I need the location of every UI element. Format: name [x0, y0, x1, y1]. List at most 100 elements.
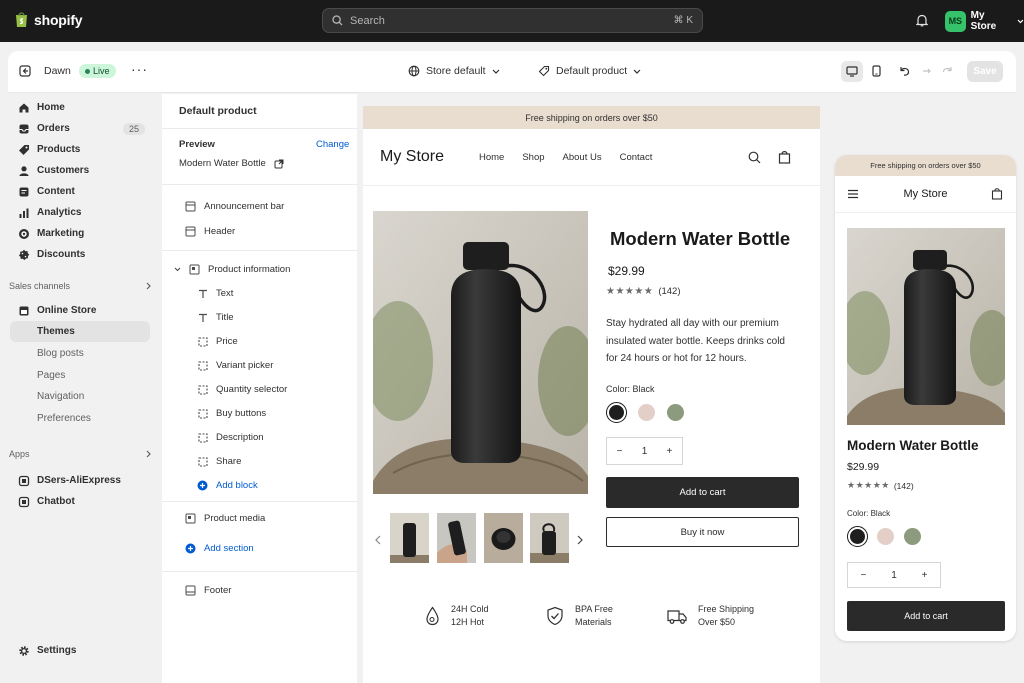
store-logo[interactable]: My Store	[380, 148, 444, 166]
color-swatch-blush[interactable]	[638, 404, 655, 421]
mobile-view-button[interactable]	[872, 65, 881, 77]
block-price[interactable]: Price	[198, 336, 238, 347]
chevron-left-icon[interactable]	[375, 535, 381, 545]
change-preview-link[interactable]: Change	[316, 139, 349, 150]
sidebar-item-themes[interactable]: Themes	[10, 321, 150, 342]
product-thumbnail[interactable]	[530, 513, 569, 563]
sidebar-item-blog-posts[interactable]: Blog posts	[10, 343, 150, 364]
sidebar-item-label: Customers	[37, 165, 90, 176]
sidebar-item-chatbot[interactable]: Chatbot	[10, 491, 150, 512]
sidebar-item-preferences[interactable]: Preferences	[10, 408, 150, 429]
color-value: Black	[632, 384, 655, 394]
block-quantity-selector[interactable]: Quantity selector	[198, 384, 287, 395]
cart-bag-icon[interactable]	[991, 187, 1003, 200]
product-thumbnail[interactable]	[437, 513, 476, 563]
sidebar-item-dsers[interactable]: DSers-AliExpress	[10, 470, 150, 491]
section-announcement-bar[interactable]: Announcement bar	[185, 201, 284, 212]
product-title: Modern Water Bottle	[610, 228, 791, 249]
exit-editor-button[interactable]	[19, 65, 31, 77]
minus-button[interactable]: −	[617, 446, 623, 457]
block-description[interactable]: Description	[198, 432, 264, 443]
block-label: Title	[216, 312, 234, 323]
buy-now-button[interactable]: Buy it now	[606, 517, 799, 547]
section-footer[interactable]: Footer	[185, 585, 231, 596]
menu-item-contact[interactable]: Contact	[620, 152, 653, 163]
store-menu-button[interactable]: MS My Store	[945, 10, 1024, 32]
add-section-button[interactable]: Add section	[185, 543, 254, 554]
redo-button[interactable]	[921, 65, 933, 77]
feature-line: 12H Hot	[451, 617, 485, 627]
product-rating[interactable]: ★★★★★ (142)	[606, 286, 681, 297]
block-buy-buttons[interactable]: Buy buttons	[198, 408, 266, 419]
shopify-bag-icon	[16, 12, 27, 27]
cart-bag-icon[interactable]	[778, 150, 791, 164]
product-description: Stay hydrated all day with our premium i…	[606, 315, 785, 368]
menu-item-about[interactable]: About Us	[563, 152, 602, 163]
product-thumbnail[interactable]	[484, 513, 523, 563]
minus-button[interactable]: −	[860, 570, 866, 581]
more-actions-button[interactable]: ···	[131, 61, 148, 77]
search-icon[interactable]	[748, 151, 761, 164]
apps-header[interactable]: Apps	[9, 449, 151, 459]
product-thumbnail[interactable]	[390, 513, 429, 563]
section-label: Header	[204, 226, 236, 237]
mobile-product-image[interactable]	[847, 228, 1005, 425]
sidebar-item-discounts[interactable]: Discounts	[10, 244, 150, 265]
sales-channels-header[interactable]: Sales channels	[9, 281, 151, 291]
section-product-media[interactable]: Product media	[185, 513, 265, 524]
sidebar-item-products[interactable]: Products	[10, 139, 150, 160]
desktop-view-button[interactable]	[841, 61, 863, 82]
shopify-logo[interactable]: shopify	[14, 11, 83, 28]
save-button[interactable]: Save	[967, 61, 1003, 82]
block-text[interactable]: Text	[198, 288, 233, 299]
sidebar-item-navigation[interactable]: Navigation	[10, 386, 150, 407]
sidebar-item-label: Online Store	[37, 305, 97, 316]
color-swatch-sage[interactable]	[904, 528, 921, 545]
external-link-icon	[274, 159, 284, 168]
color-swatch-black[interactable]	[847, 526, 868, 547]
section-product-information[interactable]: Product information	[174, 264, 290, 275]
plus-button[interactable]: +	[922, 570, 928, 581]
sidebar-item-online-store[interactable]: Online Store	[10, 300, 150, 321]
color-swatch-black[interactable]	[606, 402, 627, 423]
live-badge: Live	[79, 64, 116, 78]
plus-button[interactable]: +	[667, 446, 673, 457]
section-header[interactable]: Header	[185, 226, 235, 237]
block-title[interactable]: Title	[198, 312, 234, 323]
mobile-store-logo[interactable]: My Store	[835, 188, 1016, 200]
menu-item-home[interactable]: Home	[479, 152, 504, 163]
template-selector[interactable]: Store default	[408, 65, 500, 77]
block-variant-picker[interactable]: Variant picker	[198, 360, 273, 371]
apps-label: Apps	[9, 449, 30, 459]
mobile-add-to-cart-button[interactable]: Add to cart	[847, 601, 1005, 631]
block-label: Text	[216, 288, 234, 299]
mobile-quantity-stepper[interactable]: − 1 +	[847, 562, 941, 588]
quantity-stepper[interactable]: − 1 +	[606, 437, 683, 465]
app-icon	[18, 475, 30, 486]
add-block-button[interactable]: Add block	[197, 480, 258, 491]
admin-search-input[interactable]: Search ⌘ K	[322, 8, 703, 33]
color-swatch-blush[interactable]	[877, 528, 894, 545]
sidebar-item-settings[interactable]: Settings	[10, 640, 150, 661]
sidebar-item-analytics[interactable]: Analytics	[10, 202, 150, 223]
undo-button[interactable]	[898, 65, 910, 77]
redo-alt-button[interactable]	[942, 65, 954, 77]
notifications-bell-icon[interactable]	[916, 14, 928, 27]
feature-line: Over $50	[698, 617, 736, 627]
sidebar-item-home[interactable]: Home	[10, 97, 150, 118]
color-label: Color: Black	[606, 384, 655, 394]
mobile-product-rating[interactable]: ★★★★★ (142)	[847, 480, 914, 491]
block-share[interactable]: Share	[198, 456, 241, 467]
add-to-cart-button[interactable]: Add to cart	[606, 477, 799, 508]
product-selector[interactable]: Default product	[538, 65, 641, 77]
chevron-right-icon[interactable]	[577, 535, 583, 545]
preview-product-link[interactable]: Modern Water Bottle	[179, 158, 284, 169]
sidebar-item-orders[interactable]: Orders 25	[10, 118, 150, 139]
sidebar-item-content[interactable]: Content	[10, 181, 150, 202]
sidebar-item-marketing[interactable]: Marketing	[10, 223, 150, 244]
sidebar-item-pages[interactable]: Pages	[10, 365, 150, 386]
product-main-image[interactable]	[373, 211, 588, 494]
menu-item-shop[interactable]: Shop	[522, 152, 544, 163]
sidebar-item-customers[interactable]: Customers	[10, 160, 150, 181]
color-swatch-sage[interactable]	[667, 404, 684, 421]
